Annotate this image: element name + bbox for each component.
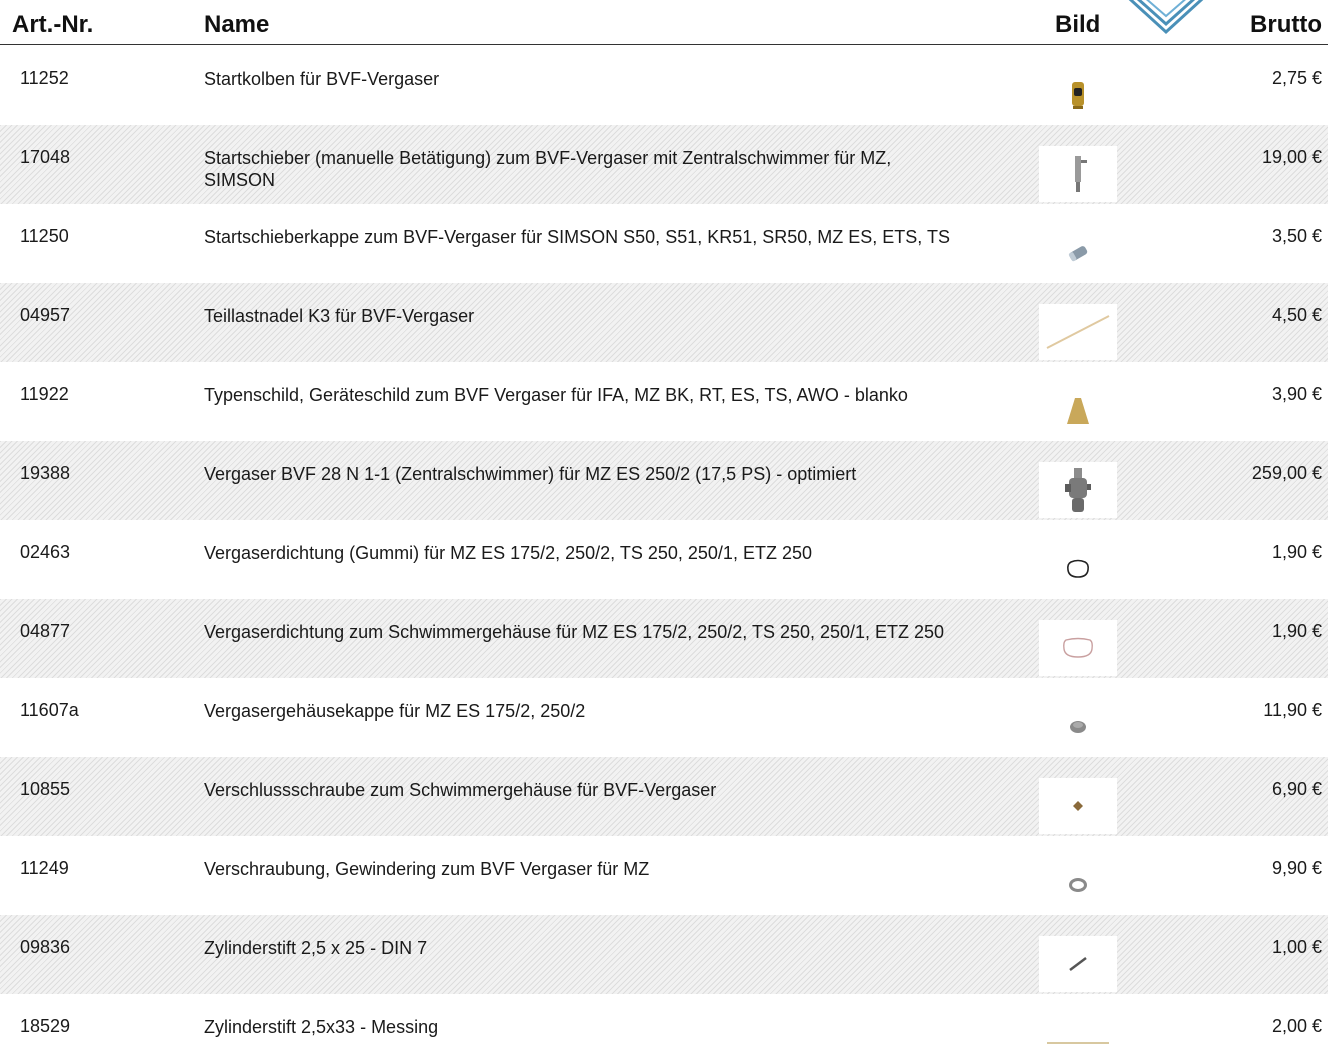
needle-icon[interactable] bbox=[1039, 304, 1117, 360]
product-name[interactable]: Verschraubung, Gewindering zum BVF Verga… bbox=[204, 858, 964, 880]
column-header-name[interactable]: Name bbox=[204, 11, 269, 39]
table-row[interactable]: 04957 Teillastnadel K3 für BVF-Vergaser … bbox=[0, 283, 1328, 362]
price: 9,90 € bbox=[1271, 858, 1322, 878]
product-name[interactable]: Vergasergehäusekappe für MZ ES 175/2, 25… bbox=[204, 700, 964, 722]
product-name[interactable]: Startkolben für BVF-Vergaser bbox=[204, 68, 964, 90]
article-number: 04877 bbox=[20, 621, 71, 641]
product-name[interactable]: Vergaserdichtung (Gummi) für MZ ES 175/2… bbox=[204, 542, 964, 564]
article-number: 10855 bbox=[20, 779, 71, 799]
logo-chevron-icon bbox=[1128, 0, 1204, 35]
price: 2,00 € bbox=[1271, 1016, 1322, 1036]
article-number: 18529 bbox=[20, 1016, 71, 1036]
brass-pin-icon[interactable] bbox=[1039, 1015, 1117, 1044]
product-name[interactable]: Typenschild, Geräteschild zum BVF Vergas… bbox=[204, 384, 964, 406]
article-number: 17048 bbox=[20, 147, 71, 167]
product-name[interactable]: Zylinderstift 2,5 x 25 - DIN 7 bbox=[204, 937, 964, 959]
article-number: 02463 bbox=[20, 542, 71, 562]
price: 1,90 € bbox=[1271, 621, 1322, 641]
table-row[interactable]: 11607a Vergasergehäusekappe für MZ ES 17… bbox=[0, 678, 1328, 757]
price: 2,75 € bbox=[1271, 68, 1322, 88]
product-name[interactable]: Teillastnadel K3 für BVF-Vergaser bbox=[204, 305, 964, 327]
table-row[interactable]: 17048 Startschieber (manuelle Betätigung… bbox=[0, 125, 1328, 204]
housing-cap-icon[interactable] bbox=[1039, 699, 1117, 755]
article-number: 09836 bbox=[20, 937, 71, 957]
rubber-gasket-icon[interactable] bbox=[1039, 541, 1117, 597]
table-row[interactable]: 11252 Startkolben für BVF-Vergaser 2,75 … bbox=[0, 46, 1328, 125]
product-name[interactable]: Verschlussschraube zum Schwimmergehäuse … bbox=[204, 779, 964, 801]
table-row[interactable]: 10855 Verschlussschraube zum Schwimmerge… bbox=[0, 757, 1328, 836]
table-row[interactable]: 11250 Startschieberkappe zum BVF-Vergase… bbox=[0, 204, 1328, 283]
column-header-bild: Bild bbox=[1055, 11, 1101, 38]
article-number: 11252 bbox=[20, 68, 69, 88]
threaded-ring-icon[interactable] bbox=[1039, 857, 1117, 913]
table-header: Art.-Nr. Name Bild Brutto bbox=[0, 0, 1328, 45]
price: 1,90 € bbox=[1271, 542, 1322, 562]
product-name[interactable]: Startschieberkappe zum BVF-Vergaser für … bbox=[204, 226, 964, 248]
price: 6,90 € bbox=[1271, 779, 1322, 799]
cylinder-pin-icon[interactable] bbox=[1039, 936, 1117, 992]
article-number: 11922 bbox=[20, 384, 69, 404]
price: 19,00 € bbox=[1261, 147, 1322, 167]
table-row[interactable]: 11249 Verschraubung, Gewindering zum BVF… bbox=[0, 836, 1328, 915]
column-header-brutto[interactable]: Brutto bbox=[1250, 11, 1322, 39]
article-number: 11250 bbox=[20, 226, 69, 246]
article-number: 11249 bbox=[20, 858, 69, 878]
price: 259,00 € bbox=[1251, 463, 1322, 483]
nameplate-icon[interactable] bbox=[1039, 383, 1117, 439]
table-row[interactable]: 09836 Zylinderstift 2,5 x 25 - DIN 7 1,0… bbox=[0, 915, 1328, 994]
article-number: 04957 bbox=[20, 305, 71, 325]
table-row[interactable]: 02463 Vergaserdichtung (Gummi) für MZ ES… bbox=[0, 520, 1328, 599]
column-header-artnr[interactable]: Art.-Nr. bbox=[12, 11, 93, 39]
product-name[interactable]: Vergaser BVF 28 N 1-1 (Zentralschwimmer)… bbox=[204, 463, 964, 485]
product-table: 11252 Startkolben für BVF-Vergaser 2,75 … bbox=[0, 46, 1328, 1044]
table-row[interactable]: 04877 Vergaserdichtung zum Schwimmergehä… bbox=[0, 599, 1328, 678]
price: 1,00 € bbox=[1271, 937, 1322, 957]
article-number: 11607a bbox=[20, 700, 79, 720]
table-row[interactable]: 18529 Zylinderstift 2,5x33 - Messing 2,0… bbox=[0, 994, 1328, 1044]
table-row[interactable]: 11922 Typenschild, Geräteschild zum BVF … bbox=[0, 362, 1328, 441]
product-name[interactable]: Zylinderstift 2,5x33 - Messing bbox=[204, 1016, 964, 1038]
product-name[interactable]: Startschieber (manuelle Betätigung) zum … bbox=[204, 147, 964, 191]
price: 4,50 € bbox=[1271, 305, 1322, 325]
cap-icon[interactable] bbox=[1039, 225, 1117, 281]
price: 11,90 € bbox=[1263, 700, 1322, 720]
brass-piston-icon[interactable] bbox=[1039, 67, 1117, 123]
product-name[interactable]: Vergaserdichtung zum Schwimmergehäuse fü… bbox=[204, 621, 964, 643]
plug-screw-icon[interactable] bbox=[1039, 778, 1117, 834]
table-row[interactable]: 19388 Vergaser BVF 28 N 1-1 (Zentralschw… bbox=[0, 441, 1328, 520]
slide-valve-icon[interactable] bbox=[1039, 146, 1117, 202]
float-gasket-icon[interactable] bbox=[1039, 620, 1117, 676]
article-number: 19388 bbox=[20, 463, 71, 483]
price: 3,90 € bbox=[1271, 384, 1322, 404]
carburetor-icon[interactable] bbox=[1039, 462, 1117, 518]
price: 3,50 € bbox=[1271, 226, 1322, 246]
